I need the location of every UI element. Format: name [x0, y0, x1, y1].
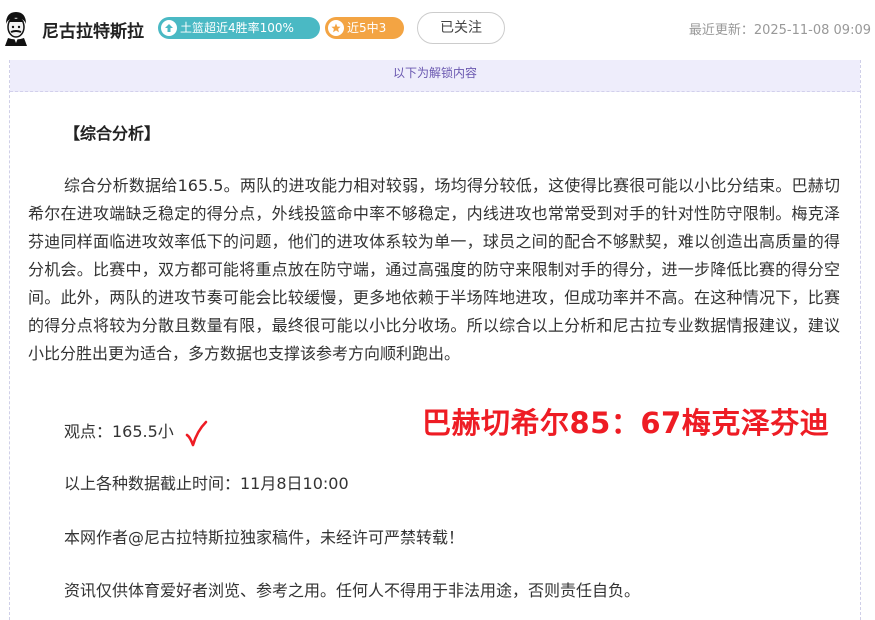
win-rate-badge-label: 土篮超近4胜率100% [180, 21, 294, 35]
upload-arrow-icon [161, 20, 177, 36]
analysis-paragraph: 综合分析数据给165.5。两队的进攻能力相对较弱，场均得分较低，这使得比赛很可能… [28, 176, 840, 363]
recent-record-badge-label: 近5中3 [347, 21, 387, 35]
viewpoint-text: 观点：165.5小 [64, 422, 174, 441]
section-title: 【综合分析】 [64, 124, 161, 143]
red-check-mark-icon [185, 420, 208, 447]
data-cutoff-time: 以上各种数据截止时间：11月8日10:00 [64, 474, 349, 493]
star-icon [328, 20, 344, 36]
last-updated-time: 2025-11-08 09:09 [753, 23, 871, 38]
recent-record-badge: 近5中3 [325, 17, 404, 39]
article-header: 尼古拉特斯拉 土篮超近4胜率100% 近5中3 已关注 最近更新：2025-11… [0, 0, 875, 58]
follow-button[interactable]: 已关注 [417, 12, 505, 44]
last-updated: 最近更新：2025-11-08 09:09 [689, 19, 871, 38]
copyright-notice: 本网作者@尼古拉特斯拉独家稿件，未经许可严禁转载！ [64, 528, 465, 547]
disclaimer-text: 资讯仅供体育爱好者浏览、参考之用。任何人不得用于非法用途，否则责任自负。 [64, 581, 641, 600]
last-updated-label: 最近更新： [688, 23, 754, 38]
unlock-banner: 以下为解锁内容 [10, 60, 860, 92]
final-score: 巴赫切希尔85：67梅克泽芬迪 [422, 406, 830, 440]
author-name[interactable]: 尼古拉特斯拉 [42, 17, 144, 42]
win-rate-badge: 土篮超近4胜率100% [158, 17, 320, 39]
tesla-portrait-avatar[interactable] [2, 10, 30, 46]
